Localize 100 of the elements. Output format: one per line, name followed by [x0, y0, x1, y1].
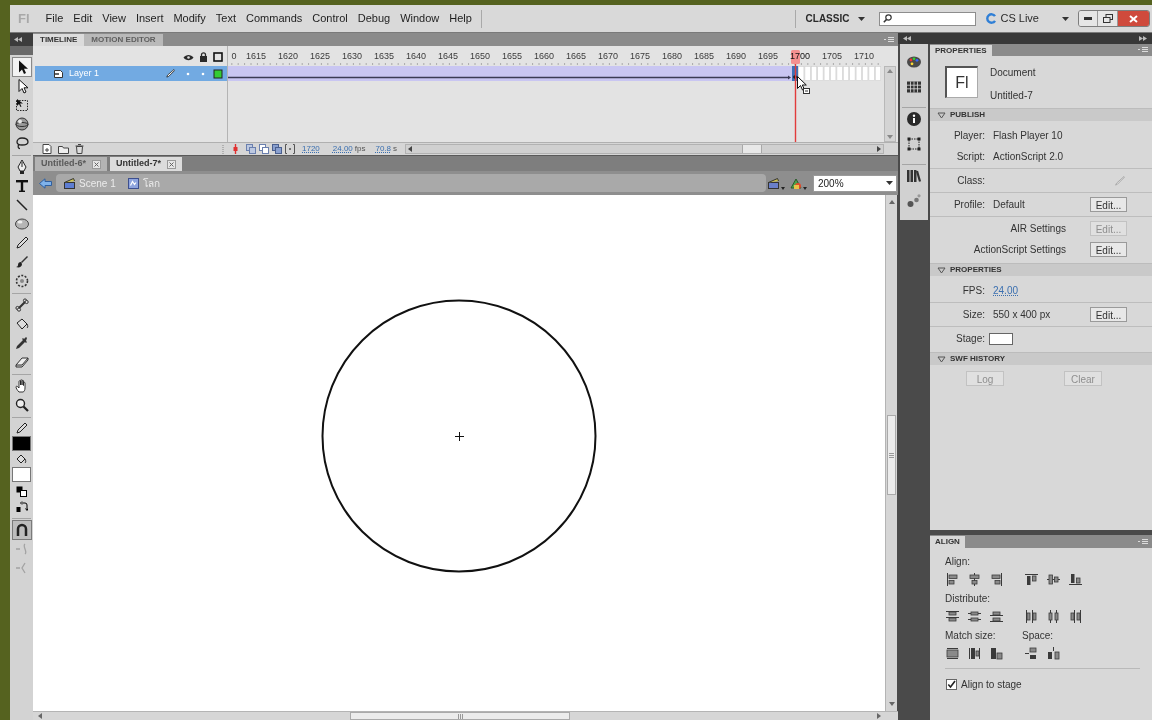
caret-icon[interactable] [1062, 16, 1069, 21]
center-frame-icon[interactable] [233, 144, 238, 154]
match-width-icon[interactable] [946, 647, 959, 660]
match-size-icon[interactable] [990, 647, 1003, 660]
drag-grip-icon[interactable] [222, 144, 225, 154]
menu-item[interactable]: Text [210, 10, 242, 27]
panel-tab[interactable]: ALIGN [930, 536, 965, 548]
close-icon[interactable] [92, 159, 101, 169]
frame-span[interactable] [228, 66, 882, 81]
spheres-icon[interactable] [906, 193, 922, 209]
grid-icon[interactable] [906, 79, 922, 95]
align-bottom-icon[interactable] [1069, 573, 1082, 586]
frame-rate[interactable]: 24.00 [332, 143, 353, 155]
close-icon[interactable] [167, 159, 176, 169]
collapse-icon[interactable] [14, 37, 22, 42]
color-swatch[interactable] [12, 467, 31, 482]
distribute-top-icon[interactable] [946, 610, 959, 623]
document-tab[interactable]: Untitled-7* [110, 157, 182, 171]
panel-tab[interactable]: TIMELINE [33, 34, 85, 46]
horizontal-scrollbar[interactable] [33, 711, 898, 720]
trash-icon[interactable] [75, 144, 84, 154]
scrollbar-thumb[interactable] [742, 145, 763, 153]
vertical-scrollbar[interactable] [885, 195, 897, 711]
scroll-left-icon[interactable] [408, 146, 413, 152]
magnet-icon[interactable] [12, 521, 31, 539]
align-center-icon[interactable] [968, 573, 981, 586]
align-right-icon[interactable] [990, 573, 1003, 586]
info-icon[interactable] [906, 111, 922, 127]
color-swatch[interactable] [12, 436, 31, 451]
onion-skin-icon[interactable] [246, 144, 256, 154]
bone-icon[interactable] [12, 296, 31, 314]
color-swatch[interactable] [989, 332, 1013, 345]
menu-item[interactable]: Debug [352, 10, 396, 27]
menu-item[interactable]: Window [395, 10, 445, 27]
menu-item[interactable]: Insert [130, 10, 169, 27]
swap-arrows-icon[interactable] [15, 501, 28, 513]
expand-icon[interactable] [1139, 36, 1147, 41]
edit-button[interactable]: Edit... [1090, 197, 1127, 212]
edit-symbol-icon[interactable] [790, 176, 807, 190]
workspace-dropdown[interactable]: CLASSIC [805, 11, 866, 26]
minimize-button[interactable] [1079, 11, 1098, 26]
space-horizontal-icon[interactable] [1047, 647, 1060, 660]
section-title[interactable]: PUBLISH [950, 109, 986, 121]
distribute-right-icon[interactable] [1069, 610, 1082, 623]
back-arrow-icon[interactable] [39, 177, 52, 189]
lock-icon[interactable] [199, 52, 208, 62]
oval-icon[interactable] [12, 215, 31, 233]
disclosure-triangle-icon[interactable] [937, 111, 946, 119]
distribute-left-icon[interactable] [1025, 610, 1038, 623]
scroll-up-icon[interactable] [888, 200, 895, 204]
dashed-square-icon[interactable] [906, 136, 922, 152]
collapse-icon[interactable] [903, 36, 911, 41]
value-link[interactable]: 24.00 [993, 283, 1019, 298]
menu-item[interactable]: Control [307, 10, 353, 27]
align-top-icon[interactable] [1025, 573, 1038, 586]
new-layer-icon[interactable] [42, 144, 52, 154]
paint-bucket-icon[interactable] [15, 453, 28, 465]
menu-item[interactable]: Modify [168, 10, 211, 27]
eye-icon[interactable] [183, 53, 194, 61]
horizontal-scrollbar[interactable] [405, 144, 884, 154]
palette-icon[interactable] [906, 54, 922, 70]
books-icon[interactable] [906, 168, 922, 184]
pencil-icon[interactable] [15, 422, 28, 434]
disclosure-triangle-icon[interactable] [937, 266, 946, 274]
scroll-right-icon[interactable] [877, 713, 881, 719]
space-vertical-icon[interactable] [1025, 647, 1038, 660]
current-frame[interactable]: 1720 [302, 143, 320, 155]
distribute-center-icon[interactable] [1047, 610, 1060, 623]
scroll-right-icon[interactable] [877, 146, 881, 152]
match-height-icon[interactable] [968, 647, 981, 660]
search-field[interactable] [879, 11, 977, 26]
cs-live-menu[interactable]: CS Live [986, 10, 1039, 27]
default-colors-icon[interactable] [15, 486, 28, 498]
edit-button[interactable]: Edit... [1090, 307, 1127, 322]
menu-item[interactable]: Help [444, 10, 477, 27]
distribute-middle-icon[interactable] [968, 610, 981, 623]
close-button[interactable] [1118, 11, 1149, 26]
onion-outline-icon[interactable] [259, 144, 269, 154]
zoom-dropdown[interactable]: 200% [813, 174, 897, 192]
scrollbar-thumb[interactable] [887, 415, 896, 495]
restore-button[interactable] [1098, 11, 1118, 26]
checkbox-label[interactable]: Align to stage [961, 677, 1022, 692]
align-left-icon[interactable] [946, 573, 959, 586]
outline-square-icon[interactable] [213, 52, 223, 62]
disclosure-triangle-icon[interactable] [937, 355, 946, 363]
outline-color-icon[interactable] [213, 68, 223, 79]
edit-button[interactable]: Edit... [1090, 242, 1127, 257]
scrollbar-thumb[interactable] [350, 712, 570, 720]
sphere-icon[interactable] [12, 115, 31, 133]
align-middle-icon[interactable] [1047, 573, 1060, 586]
markers-icon[interactable] [285, 144, 295, 154]
scroll-down-icon[interactable] [888, 702, 895, 706]
scroll-left-icon[interactable] [38, 713, 42, 719]
panel-tab[interactable]: PROPERTIES [930, 45, 992, 56]
multiple-frames-icon[interactable] [272, 144, 282, 154]
menu-item[interactable]: File [40, 10, 69, 27]
distribute-bottom-icon[interactable] [990, 610, 1003, 623]
menu-item[interactable]: View [97, 10, 131, 27]
checkbox[interactable] [946, 679, 957, 690]
edit-scene-icon[interactable] [768, 176, 785, 190]
